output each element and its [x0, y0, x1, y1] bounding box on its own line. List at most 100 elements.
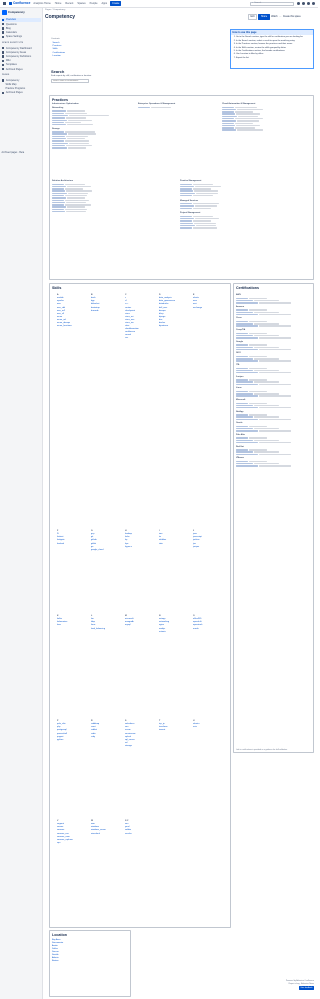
skill-column: X-Z xen yaml zabbix zscaler [125, 820, 157, 836]
skill-column-heading: H [125, 530, 127, 532]
skill-column-heading: L [91, 615, 93, 617]
practice-item[interactable] [138, 106, 198, 109]
nav-link[interactable]: People [90, 2, 98, 5]
certification-vendor: NetApp [236, 410, 244, 413]
certification-item[interactable] [236, 442, 312, 444]
practice-item[interactable] [180, 227, 260, 229]
certification-vendor: ISC2 [236, 352, 241, 355]
skill-link[interactable]: azure_functions [57, 325, 89, 328]
certification-item[interactable] [236, 430, 312, 432]
skill-link[interactable]: wireshark [91, 833, 123, 836]
skill-column: Vvagrant veeam vmware vmware_nsx vmware_vsan… [57, 820, 89, 845]
skill-link[interactable]: zscaler [125, 833, 157, 836]
page-tree-item[interactable]: Archived Pages [2, 91, 41, 95]
practice-item[interactable] [52, 210, 112, 213]
skill-link[interactable]: brocade [91, 310, 123, 313]
help-icon[interactable] [302, 2, 305, 5]
footer-links[interactable]: Report a bug · Atlassian News [236, 983, 314, 986]
nav-link[interactable]: Apps [101, 2, 107, 5]
skill-column: Llan ldap linux load_balancing [91, 615, 123, 631]
sidebar-item-settings[interactable]: Space Settings [2, 35, 41, 39]
calendar-icon [2, 31, 5, 34]
skill-link[interactable]: oracle [193, 628, 225, 631]
notifications-icon[interactable] [297, 2, 300, 5]
toc-link-location[interactable]: Location [51, 55, 65, 58]
skill-link[interactable]: load_balancing [91, 628, 123, 631]
certification-item[interactable] [236, 407, 312, 409]
skill-link[interactable]: exchange [193, 307, 225, 310]
skill-link[interactable]: ruby [91, 736, 123, 739]
app-switcher-icon[interactable] [3, 2, 6, 5]
search-input[interactable] [51, 79, 89, 83]
skill-link[interactable]: storage [125, 745, 157, 748]
info-step: In the Practices section, browse the pra… [236, 43, 311, 46]
top-right-icons [297, 2, 315, 5]
certification-vendor: Oracle [236, 422, 243, 425]
practice-item[interactable] [52, 147, 112, 149]
skill-link[interactable]: hyper-v [125, 546, 157, 549]
skill-link[interactable]: mysql [125, 624, 157, 627]
sidebar-shortcut[interactable]: Archived Pages [2, 67, 41, 71]
certification-item[interactable] [236, 453, 312, 456]
skill-link[interactable]: dynatrace [159, 325, 191, 328]
skill-link[interactable]: python [57, 739, 89, 742]
overview-icon [2, 18, 5, 22]
practice-group-title: Solution Architecture [52, 180, 74, 182]
certification-item[interactable] [236, 418, 312, 421]
practice-item[interactable] [180, 195, 260, 197]
space-header[interactable]: Competency [1, 10, 41, 15]
practice-group-enterprise: Enterprise Operations & Management [138, 103, 198, 109]
certification-item[interactable] [236, 348, 312, 351]
pages-heading: PAGES [2, 74, 10, 77]
skill-link[interactable]: juniper [193, 546, 225, 549]
confluence-logo[interactable]: Confluence [9, 1, 30, 5]
skill-link[interactable]: unix [193, 726, 225, 729]
certification-item[interactable] [236, 302, 312, 304]
skill-column: Ppalo_alto php postgresql powershell puppet p… [57, 720, 89, 742]
certification-item[interactable] [236, 313, 312, 316]
skill-link[interactable]: kvm [57, 624, 89, 627]
certification-vendor: CompTIA [236, 328, 246, 331]
page-tree-label: Competency [5, 78, 20, 82]
skill-link[interactable]: vpn [57, 842, 89, 845]
nav-link[interactable]: Recent [65, 2, 73, 5]
breadcrumb[interactable]: Pages / Competency [45, 9, 315, 12]
create-space-link[interactable]: Create this space [283, 16, 301, 19]
certification-item[interactable] [236, 360, 312, 362]
certification-item[interactable] [236, 465, 312, 467]
skill-link[interactable]: freebsd [57, 543, 89, 546]
watch-button[interactable]: Watch [271, 16, 277, 19]
edit-button[interactable]: Edit [248, 14, 257, 21]
search-icon: ⌕ [252, 2, 254, 5]
nav-link[interactable]: Spaces [77, 2, 85, 5]
certification-item[interactable] [236, 372, 312, 374]
skill-link[interactable]: css [125, 337, 157, 340]
skill-link[interactable]: tomcat [159, 729, 191, 732]
more-actions-button[interactable]: ··· [279, 16, 281, 19]
skill-link[interactable]: nutanix [159, 631, 191, 634]
certification-item[interactable] [236, 395, 312, 397]
certification-item[interactable] [236, 325, 312, 327]
share-button[interactable]: Share [258, 14, 270, 21]
nav-link[interactable]: Analytics Home [33, 2, 50, 5]
skill-column: Rrabbitmq react redhat redis ruby [91, 720, 123, 739]
global-search-input[interactable]: ⌕ Search [250, 1, 294, 6]
feedback-button[interactable]: Give feedback [298, 986, 314, 990]
location-link[interactable]: Boston [52, 960, 128, 963]
practice-item[interactable] [180, 207, 260, 210]
link-icon [2, 47, 5, 50]
settings-icon[interactable] [307, 2, 310, 5]
certification-item[interactable] [236, 337, 312, 339]
nav-link[interactable]: Home [55, 2, 62, 5]
skill-column: Nnetapp networking nginx nodejs nutanix [159, 615, 191, 634]
create-button[interactable]: Create [110, 1, 122, 6]
certification-item[interactable] [236, 383, 312, 386]
practice-item[interactable] [52, 124, 112, 126]
skill-link[interactable]: istio [159, 543, 191, 546]
practice-item[interactable] [222, 129, 282, 131]
chevron-down-icon[interactable] [2, 79, 5, 82]
skill-link[interactable]: google_cloud [91, 549, 123, 552]
avatar[interactable] [312, 2, 315, 5]
archived-pages-link[interactable]: Archived pages · Beta [2, 152, 25, 155]
practice-subgroup-title: Project Management [180, 212, 201, 215]
